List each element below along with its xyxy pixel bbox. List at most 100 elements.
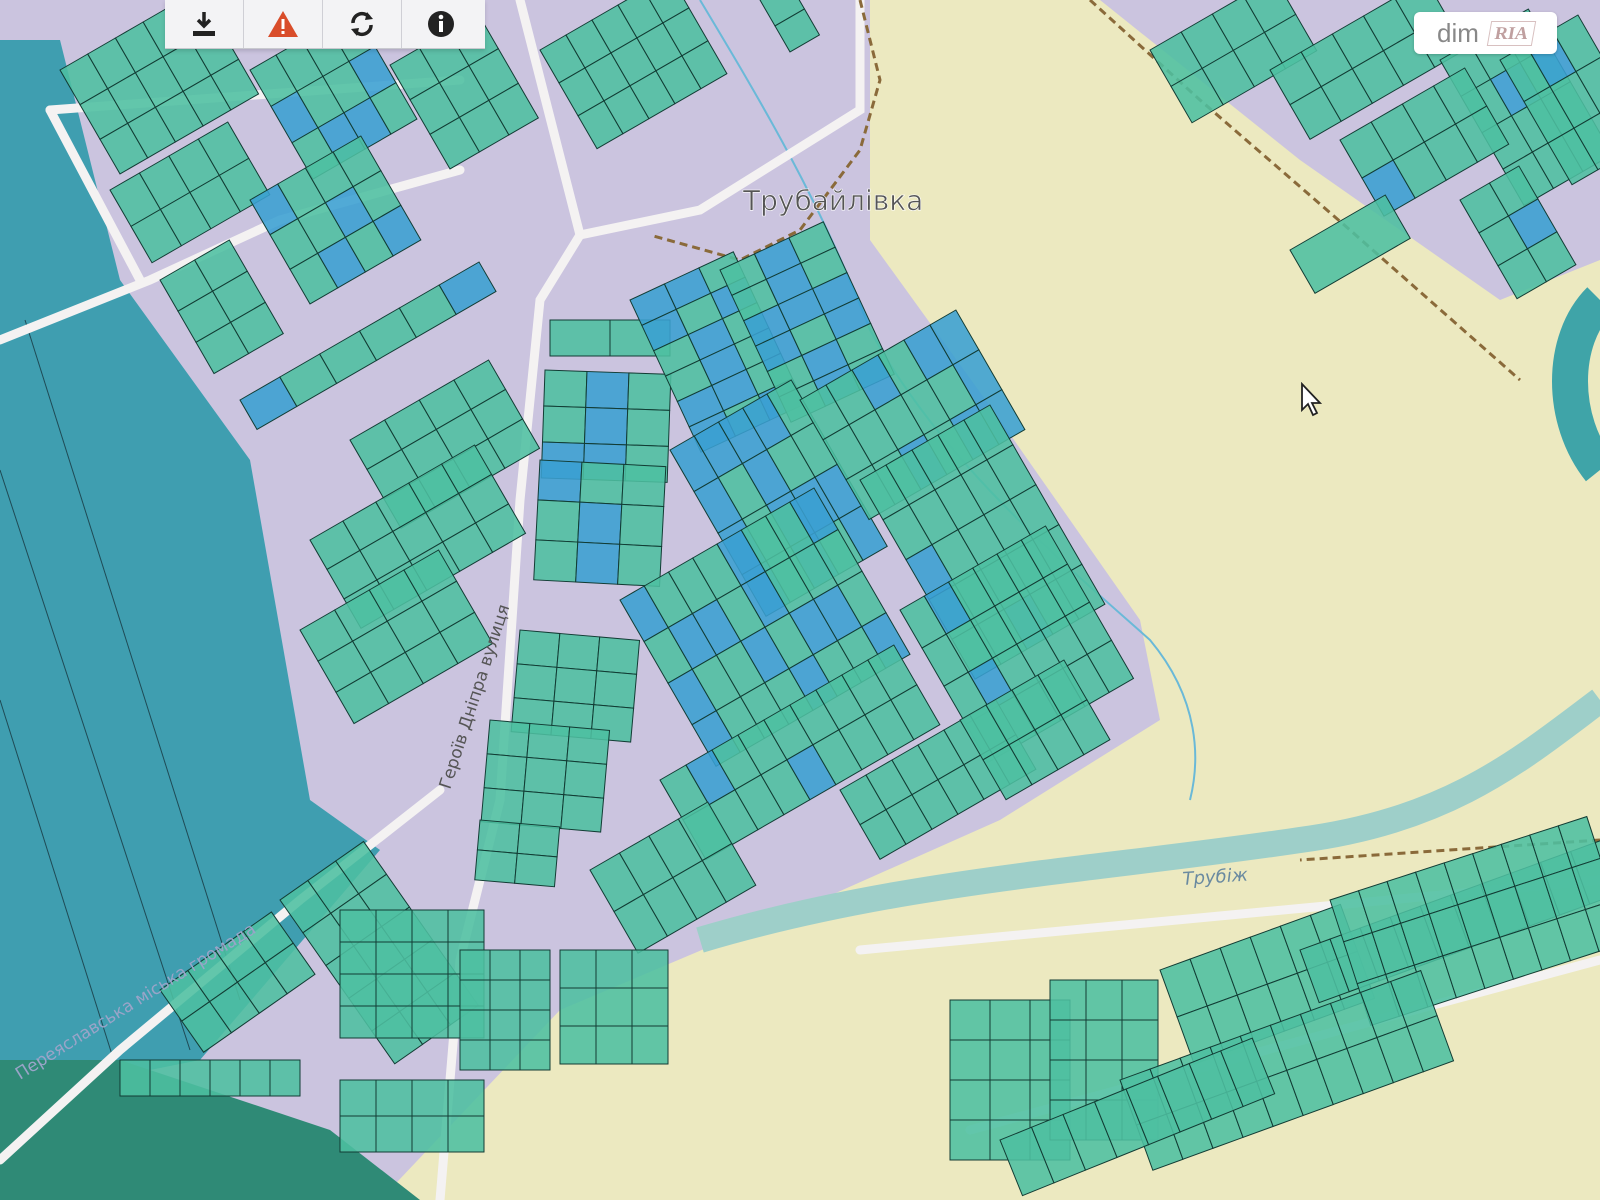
land-parcel[interactable] xyxy=(526,722,571,762)
land-parcel[interactable] xyxy=(375,1079,413,1117)
land-parcel[interactable] xyxy=(533,539,579,583)
land-parcel[interactable] xyxy=(519,1009,551,1041)
land-parcel[interactable] xyxy=(595,1025,633,1065)
land-parcel[interactable] xyxy=(543,369,588,408)
land-parcel[interactable] xyxy=(1049,1059,1087,1101)
land-parcel[interactable] xyxy=(519,949,551,981)
land-parcel[interactable] xyxy=(595,949,633,989)
land-parcel[interactable] xyxy=(535,499,581,543)
refresh-button[interactable] xyxy=(323,0,402,48)
land-parcel[interactable] xyxy=(474,849,518,884)
land-parcel[interactable] xyxy=(519,1039,551,1071)
land-parcel[interactable] xyxy=(459,949,491,981)
land-parcel[interactable] xyxy=(375,1005,413,1039)
land-parcel[interactable] xyxy=(631,987,669,1027)
land-parcel[interactable] xyxy=(523,756,568,796)
land-parcel[interactable] xyxy=(593,670,638,709)
land-parcel[interactable] xyxy=(553,666,598,706)
land-parcel[interactable] xyxy=(949,1119,991,1161)
land-parcel[interactable] xyxy=(514,852,558,888)
download-button[interactable] xyxy=(165,0,244,48)
land-parcel[interactable] xyxy=(489,979,521,1011)
land-parcel[interactable] xyxy=(375,1115,413,1153)
land-parcel[interactable] xyxy=(627,372,672,411)
land-parcel[interactable] xyxy=(549,319,611,357)
land-parcel[interactable] xyxy=(483,753,528,792)
land-parcel[interactable] xyxy=(179,1059,211,1097)
land-parcel[interactable] xyxy=(411,941,449,975)
info-button[interactable] xyxy=(402,0,480,48)
land-parcel[interactable] xyxy=(513,663,558,702)
land-parcel[interactable] xyxy=(631,949,669,989)
land-parcel[interactable] xyxy=(559,987,597,1027)
land-parcel[interactable] xyxy=(577,501,623,545)
land-parcel[interactable] xyxy=(575,541,621,585)
land-parcel[interactable] xyxy=(339,1079,377,1117)
land-parcel[interactable] xyxy=(375,941,413,975)
land-parcel[interactable] xyxy=(989,1079,1031,1121)
land-parcel[interactable] xyxy=(989,1039,1031,1081)
land-parcel[interactable] xyxy=(411,1079,449,1117)
land-parcel[interactable] xyxy=(339,909,377,943)
cadastral-map[interactable]: Трубайлівка Героїв Дніпра вулиця Трубіж … xyxy=(0,0,1600,1200)
land-parcel[interactable] xyxy=(949,1079,991,1121)
land-parcel[interactable] xyxy=(1085,979,1123,1021)
land-parcel[interactable] xyxy=(459,1039,491,1071)
land-parcel[interactable] xyxy=(516,629,561,668)
land-parcel[interactable] xyxy=(339,1005,377,1039)
report-problem-button[interactable] xyxy=(244,0,323,48)
land-parcel[interactable] xyxy=(459,1009,491,1041)
land-parcel[interactable] xyxy=(619,503,665,548)
land-parcel[interactable] xyxy=(459,979,491,1011)
land-parcel[interactable] xyxy=(625,408,671,447)
land-parcel[interactable] xyxy=(989,999,1031,1041)
land-parcel[interactable] xyxy=(119,1059,151,1097)
land-parcel[interactable] xyxy=(519,979,551,1011)
land-parcel[interactable] xyxy=(541,405,587,444)
land-parcel[interactable] xyxy=(411,909,449,943)
land-parcel[interactable] xyxy=(585,370,630,410)
land-parcel[interactable] xyxy=(411,973,449,1007)
land-parcel[interactable] xyxy=(489,1039,521,1071)
land-parcel[interactable] xyxy=(489,949,521,981)
land-parcel[interactable] xyxy=(579,461,625,505)
land-parcel[interactable] xyxy=(596,636,641,675)
land-parcel[interactable] xyxy=(520,790,565,830)
land-parcel[interactable] xyxy=(556,632,601,672)
land-parcel[interactable] xyxy=(537,459,583,503)
land-parcel[interactable] xyxy=(480,787,525,826)
land-parcel[interactable] xyxy=(559,1025,597,1065)
land-parcel[interactable] xyxy=(209,1059,241,1097)
land-parcel[interactable] xyxy=(447,1079,485,1117)
land-parcel[interactable] xyxy=(476,819,521,854)
land-parcel[interactable] xyxy=(1121,979,1159,1021)
land-parcel[interactable] xyxy=(447,909,485,943)
land-parcel[interactable] xyxy=(411,1005,449,1039)
land-parcel[interactable] xyxy=(339,1115,377,1153)
land-parcel[interactable] xyxy=(583,406,629,446)
land-parcel[interactable] xyxy=(566,726,611,765)
land-parcel[interactable] xyxy=(516,822,561,858)
land-parcel[interactable] xyxy=(563,760,608,799)
land-parcel[interactable] xyxy=(489,1009,521,1041)
land-parcel[interactable] xyxy=(1049,979,1087,1021)
land-parcel[interactable] xyxy=(411,1115,449,1153)
land-parcel[interactable] xyxy=(149,1059,181,1097)
land-parcel[interactable] xyxy=(486,719,531,758)
land-parcel[interactable] xyxy=(339,941,377,975)
land-parcel[interactable] xyxy=(949,1039,991,1081)
land-parcel[interactable] xyxy=(621,463,667,508)
land-parcel[interactable] xyxy=(269,1059,301,1097)
land-parcel[interactable] xyxy=(560,794,605,833)
land-parcel[interactable] xyxy=(375,909,413,943)
land-parcel[interactable] xyxy=(375,973,413,1007)
land-parcel[interactable] xyxy=(239,1059,271,1097)
land-parcel[interactable] xyxy=(595,987,633,1027)
land-parcel[interactable] xyxy=(1049,1019,1087,1061)
land-parcel[interactable] xyxy=(339,973,377,1007)
land-parcel[interactable] xyxy=(559,949,597,989)
land-parcel[interactable] xyxy=(949,999,991,1041)
land-parcel[interactable] xyxy=(447,1115,485,1153)
land-parcel[interactable] xyxy=(1085,1019,1123,1061)
land-parcel[interactable] xyxy=(1121,1019,1159,1061)
